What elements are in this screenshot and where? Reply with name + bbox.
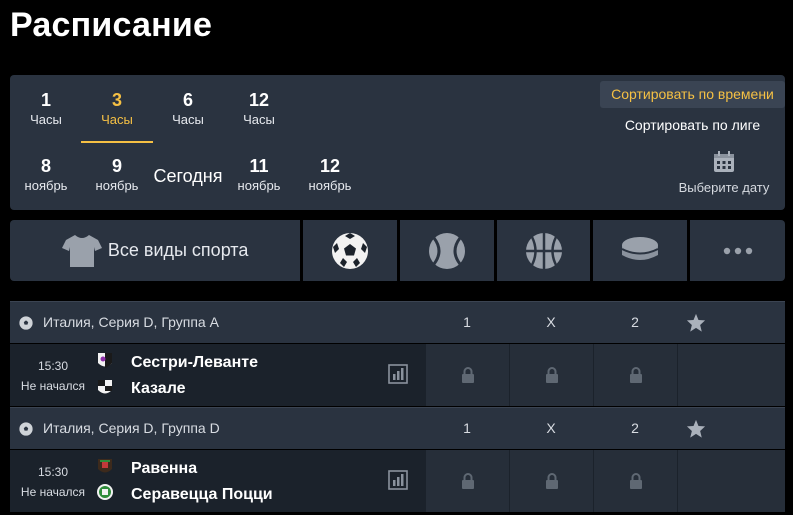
- day-month: ноябрь: [237, 178, 281, 193]
- away-team-crest-icon: [97, 484, 113, 500]
- day-number: 11: [249, 156, 269, 176]
- column-2-label: 2: [631, 420, 639, 436]
- odd-2-locked[interactable]: [594, 450, 677, 512]
- odd-1-locked[interactable]: [426, 344, 509, 406]
- soccer-ball-icon: [19, 422, 33, 436]
- day-today[interactable]: Сегодня: [148, 153, 228, 187]
- day-month: ноябрь: [308, 178, 352, 193]
- day-number: 9: [111, 156, 122, 176]
- home-team-name: Равенна: [131, 460, 198, 477]
- filter-unit: Часы: [172, 112, 204, 127]
- calendar-icon: [714, 151, 734, 172]
- hockey-tab[interactable]: [593, 220, 688, 281]
- match-time-block: 15:30 Не начался: [18, 462, 88, 502]
- tennis-tab[interactable]: [399, 220, 494, 281]
- league-name: Италия, Серия D, Группа D: [43, 420, 220, 436]
- filter-unit: Часы: [101, 112, 133, 127]
- all-sports-label: Все виды спорта: [107, 240, 249, 260]
- odd-x-locked[interactable]: [510, 344, 593, 406]
- today-label: Сегодня: [153, 166, 223, 186]
- filter-number: 1: [40, 90, 51, 110]
- pick-date-label: Выберите дату: [678, 180, 770, 195]
- column-2-label: 2: [631, 314, 639, 330]
- day-11-november[interactable]: 11 ноябрь: [223, 155, 295, 194]
- odd-extra-cell: [678, 344, 785, 406]
- odd-extra-cell: [678, 450, 785, 512]
- league-header[interactable]: Италия, Серия D, Группа A 1 X 2: [10, 301, 785, 343]
- day-number: 12: [319, 156, 341, 176]
- day-12-november[interactable]: 12 ноябрь: [294, 155, 366, 194]
- lock-icon: [545, 367, 558, 383]
- day-8-november[interactable]: 8 ноябрь: [10, 155, 82, 194]
- basketball-tab[interactable]: [496, 220, 591, 281]
- odd-1-locked[interactable]: [426, 450, 509, 512]
- tennis-ball-icon: [428, 232, 465, 269]
- filter-3-hours[interactable]: 3 Часы: [81, 89, 153, 143]
- lock-icon: [629, 367, 642, 383]
- odd-2-locked[interactable]: [594, 344, 677, 406]
- active-underline: [81, 141, 153, 143]
- league-header[interactable]: Италия, Серия D, Группа D 1 X 2: [10, 407, 785, 449]
- column-1-label: 1: [463, 314, 471, 330]
- match-row[interactable]: 15:30 Не начался Равенна Серавецца Поцци: [10, 450, 785, 512]
- statistics-icon[interactable]: [388, 470, 408, 490]
- soccer-tab[interactable]: [303, 220, 397, 281]
- filter-unit: Часы: [243, 112, 275, 127]
- filter-unit: Часы: [30, 112, 62, 127]
- day-month: ноябрь: [24, 178, 68, 193]
- statistics-icon[interactable]: [388, 364, 408, 384]
- day-9-november[interactable]: 9 ноябрь: [81, 155, 153, 194]
- match-status: Не начался: [20, 379, 86, 393]
- hockey-puck-icon: [621, 236, 659, 260]
- filter-6-hours[interactable]: 6 Часы: [152, 89, 224, 128]
- day-number: 8: [40, 156, 51, 176]
- soccer-ball-icon: [332, 232, 369, 269]
- away-team-crest-icon: [98, 380, 112, 394]
- pick-date-button[interactable]: Выберите дату: [669, 151, 779, 197]
- lock-icon: [629, 473, 642, 489]
- filter-1-hours[interactable]: 1 Часы: [10, 89, 82, 128]
- odd-x-locked[interactable]: [510, 450, 593, 512]
- match-time-block: 15:30 Не начался: [18, 356, 88, 396]
- filter-number: 3: [111, 90, 122, 110]
- home-team-name: Сестри-Леванте: [131, 354, 258, 371]
- sort-by-league-button[interactable]: Сортировать по лиге: [600, 115, 785, 135]
- more-dots-icon: [723, 247, 752, 254]
- filter-number: 12: [248, 90, 270, 110]
- filter-number: 6: [182, 90, 193, 110]
- filter-12-hours[interactable]: 12 Часы: [223, 89, 295, 128]
- more-sports-tab[interactable]: [690, 220, 785, 281]
- match-time: 15:30: [37, 465, 69, 479]
- basketball-icon: [525, 232, 562, 269]
- match-row[interactable]: 15:30 Не начался Сестри-Леванте Казале: [10, 344, 785, 406]
- day-month: ноябрь: [95, 178, 139, 193]
- sort-by-time-button[interactable]: Сортировать по времени: [600, 81, 785, 108]
- time-filter-panel: 1 Часы 3 Часы 6 Часы 12 Часы 8 ноябрь 9 …: [10, 75, 785, 210]
- league-name: Италия, Серия D, Группа A: [43, 314, 219, 330]
- page-title: Расписание: [10, 6, 213, 44]
- home-team-crest-icon: [98, 459, 112, 473]
- all-sports-tab[interactable]: Все виды спорта: [10, 220, 301, 281]
- favorite-star-icon[interactable]: [686, 419, 706, 438]
- match-status: Не начался: [20, 485, 86, 499]
- home-team-crest-icon: [98, 353, 112, 368]
- soccer-ball-icon: [19, 316, 33, 330]
- away-team-name: Казале: [131, 380, 186, 397]
- lock-icon: [461, 367, 474, 383]
- favorite-star-icon[interactable]: [686, 313, 706, 332]
- away-team-name: Серавецца Поцци: [131, 486, 273, 503]
- column-1-label: 1: [463, 420, 471, 436]
- column-x-label: X: [546, 314, 556, 330]
- match-time: 15:30: [37, 359, 69, 373]
- sport-filter-bar: Все виды спорта: [10, 220, 785, 281]
- lock-icon: [545, 473, 558, 489]
- tshirt-icon: [61, 234, 102, 267]
- column-x-label: X: [546, 420, 556, 436]
- lock-icon: [461, 473, 474, 489]
